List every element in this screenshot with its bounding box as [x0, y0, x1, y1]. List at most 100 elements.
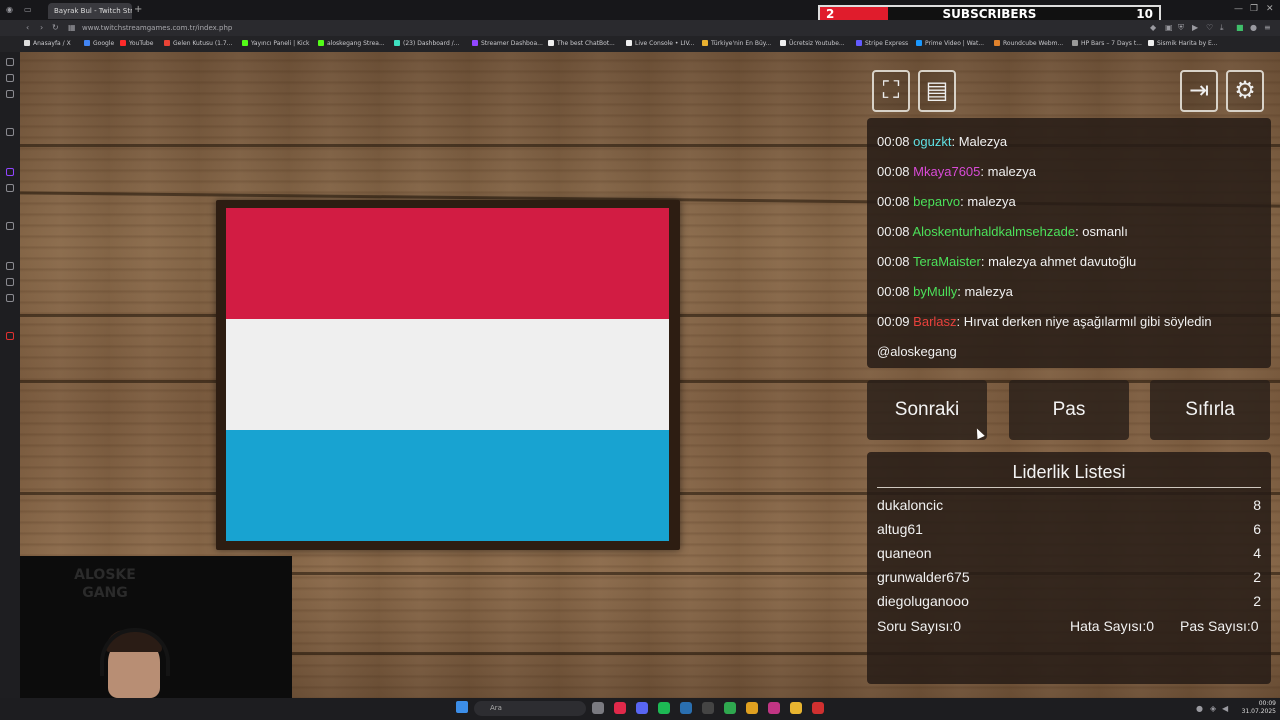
sidebar-home-icon[interactable] [6, 58, 14, 66]
steam-icon[interactable] [680, 702, 692, 714]
clock-date: 31.07.2025 [1241, 708, 1276, 715]
bookmark-item[interactable]: Prime Video | Wat... [916, 36, 984, 52]
reset-button[interactable]: Sıfırla [1150, 380, 1270, 440]
play-icon[interactable]: ▶ [1192, 23, 1198, 33]
network-icon[interactable]: ◈ [1210, 704, 1216, 714]
volume-icon[interactable]: ◀ [1222, 704, 1228, 714]
chat-time: 00:08 [877, 254, 910, 269]
chat-user[interactable]: oguzkt [913, 134, 951, 149]
sidebar-record-icon[interactable] [6, 332, 14, 340]
flag-stripe-top [226, 208, 669, 319]
sidebar-app-icon[interactable] [6, 128, 14, 136]
chat-text: : malezya [980, 164, 1037, 179]
url-text[interactable]: www.twitchstreamgames.com.tr/index.php [82, 21, 232, 35]
back-icon[interactable]: ‹ [26, 23, 29, 33]
player-score: 2 [1253, 593, 1261, 609]
close-icon[interactable]: ✕ [1266, 4, 1274, 14]
flag-stripe-middle [226, 319, 669, 430]
bookmark-item[interactable]: Streamer Dashboa... [472, 36, 543, 52]
chat-user[interactable]: Aloskenturhaldkalmsehzade [912, 224, 1075, 239]
sidebar-clock-icon[interactable] [6, 222, 14, 230]
browser-logo-icon[interactable]: ◉ [6, 5, 13, 15]
mic-icon[interactable]: ● [1196, 704, 1203, 714]
bookmark-item[interactable]: Live Console • LIV... [626, 36, 695, 52]
bookmark-item[interactable]: aloskegang Strea... [318, 36, 385, 52]
bookmark-item[interactable]: Roundcube Webm... [994, 36, 1063, 52]
list-icon: ▤ [925, 76, 949, 104]
forward-icon[interactable]: › [40, 23, 43, 33]
shield-icon[interactable]: ⛨ [1178, 23, 1184, 33]
screen: ◉ ▭ Bayrak Bul - Twitch Stre... + SUBSCR… [0, 0, 1280, 720]
taskbar-clock[interactable]: 00:09 31.07.2025 [1236, 700, 1276, 716]
bookmark-item[interactable]: Ücretsiz Youtube... [780, 36, 845, 52]
menu-icon[interactable]: ≡ [1264, 23, 1271, 33]
heart-icon[interactable]: ♡ [1206, 23, 1213, 33]
start-icon[interactable] [456, 701, 468, 713]
leaderboard-row: quaneon 4 [877, 545, 1261, 565]
sidebar-messages-icon[interactable] [6, 74, 14, 82]
chat-user[interactable]: byMully [913, 284, 957, 299]
chat-user[interactable]: Mkaya7605 [913, 164, 980, 179]
obs-icon[interactable] [812, 702, 824, 714]
bookmark-item[interactable]: Gelen Kutusu (1.7... [164, 36, 232, 52]
bookmark-item[interactable]: Yayıncı Paneli | Kick [242, 36, 309, 52]
vpn-icon[interactable]: ■ [1236, 23, 1244, 33]
sidebar-tasks-icon[interactable] [6, 278, 14, 286]
reload-icon[interactable]: ↻ [52, 23, 59, 33]
screenshot-icon[interactable]: ▣ [1165, 23, 1173, 33]
bookmark-item[interactable]: HP Bars – 7 Days t... [1072, 36, 1142, 52]
minimize-icon[interactable]: — [1234, 4, 1243, 14]
taskbar-search[interactable]: Ara [474, 701, 586, 716]
folder-icon[interactable] [790, 702, 802, 714]
exit-button[interactable]: ⇥ [1180, 70, 1218, 112]
bookmark-item[interactable]: Google [84, 36, 114, 52]
maximize-icon[interactable]: ❐ [1250, 4, 1258, 14]
sidebar-history-icon[interactable] [6, 262, 14, 270]
bookmark-item[interactable]: Anasayfa / X [24, 36, 71, 52]
chat-message: 00:08 Mkaya7605: malezya [877, 164, 1036, 179]
next-button[interactable]: Sonraki [867, 380, 987, 440]
player-score: 6 [1253, 521, 1261, 537]
xbox-icon[interactable] [724, 702, 736, 714]
app-icon[interactable] [702, 702, 714, 714]
extension-icon[interactable]: ◆ [1150, 23, 1156, 33]
leaderboard-divider [877, 487, 1261, 488]
tab-active[interactable]: Bayrak Bul - Twitch Stre... [48, 3, 132, 19]
fullscreen-button[interactable]: ⛶ [872, 70, 910, 112]
chat-user[interactable]: TeraMaister [913, 254, 981, 269]
bookmark-item[interactable]: Türkiye'nin En Büy... [702, 36, 771, 52]
taskview-icon[interactable] [592, 702, 604, 714]
sidebar-settings-icon[interactable] [6, 294, 14, 302]
chat-user[interactable]: Barlasz [913, 314, 956, 329]
bookmark-item[interactable]: Sismik Harita by E... [1148, 36, 1218, 52]
chat-message: 00:08 TeraMaister: malezya ahmet davutoğ… [877, 254, 1136, 269]
settings-button[interactable]: ⚙ [1226, 70, 1264, 112]
chat-message: 00:08 byMully: malezya [877, 284, 1013, 299]
sidebar-x-icon[interactable] [6, 184, 14, 192]
bookmark-item[interactable]: (23) Dashboard /... [394, 36, 459, 52]
pass-button[interactable]: Pas [1009, 380, 1129, 440]
webcam-overlay: ALOSKE GANG [20, 556, 292, 698]
workspaces-icon[interactable]: ▭ [24, 5, 32, 15]
opera-icon[interactable] [614, 702, 626, 714]
chat-text: : malezya ahmet davutoğlu [980, 254, 1137, 269]
error-count: Hata Sayısı:0 [1070, 618, 1155, 634]
chat-panel[interactable]: 00:08 oguzkt: Malezya 00:08 Mkaya7605: m… [867, 118, 1271, 368]
bookmark-item[interactable]: YouTube [120, 36, 153, 52]
bookmark-item[interactable]: Stripe Express [856, 36, 908, 52]
spotify-icon[interactable] [658, 702, 670, 714]
bookmark-item[interactable]: The best ChatBot... [548, 36, 615, 52]
logo-line-2: GANG [82, 585, 128, 601]
new-tab-icon[interactable]: + [134, 3, 144, 17]
profile-icon[interactable]: ● [1250, 23, 1257, 33]
discord-icon[interactable] [636, 702, 648, 714]
download-icon[interactable]: ⤓ [1220, 23, 1224, 33]
chat-message: 00:08 beparvo: malezya [877, 194, 1016, 209]
instagram-icon[interactable] [768, 702, 780, 714]
site-info-icon[interactable]: ▦ [68, 23, 76, 33]
app2-icon[interactable] [746, 702, 758, 714]
sidebar-twitch-icon[interactable] [6, 168, 14, 176]
sidebar-mail-icon[interactable] [6, 90, 14, 98]
list-button[interactable]: ▤ [918, 70, 956, 112]
chat-user[interactable]: beparvo [913, 194, 960, 209]
